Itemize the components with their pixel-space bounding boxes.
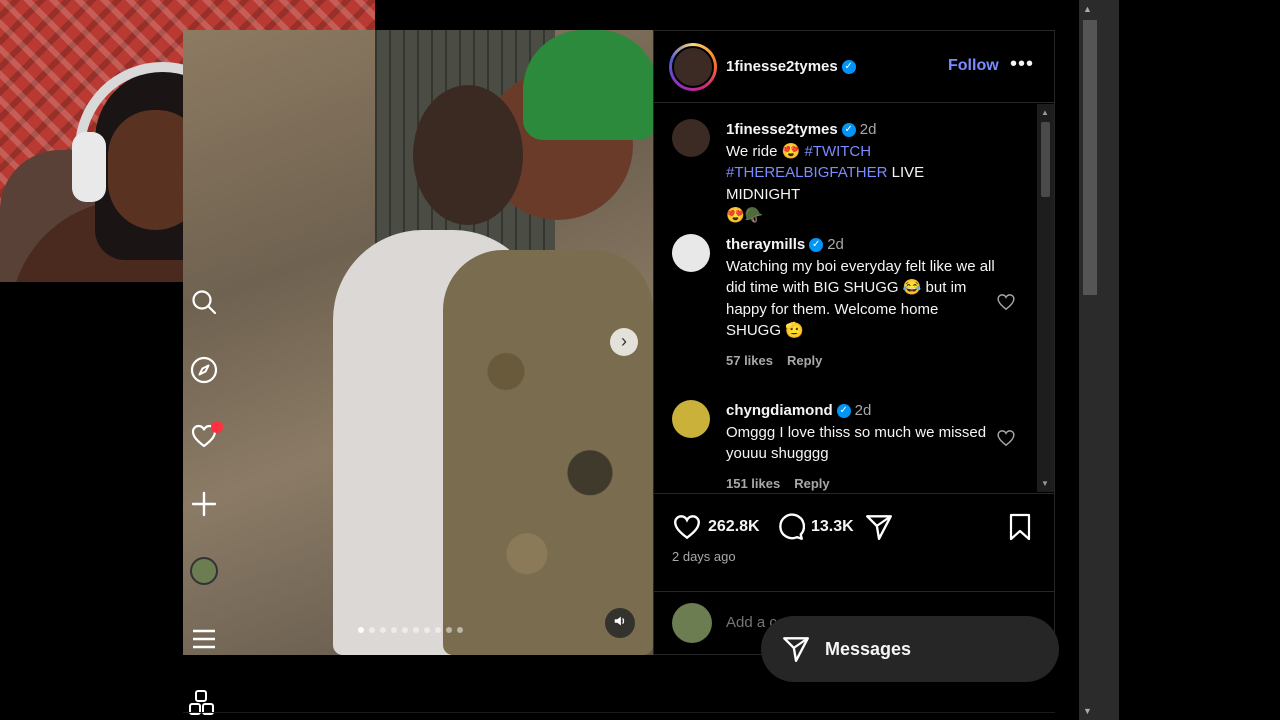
- comment-button[interactable]: 13.3K: [775, 512, 854, 542]
- send-icon: [866, 515, 892, 540]
- carousel-dot: [457, 627, 463, 633]
- caption-username[interactable]: 1finesse2tymes: [726, 121, 838, 138]
- comment-avatar[interactable]: [672, 400, 710, 438]
- apps-grid-icon: [189, 690, 214, 715]
- caption-time: 2d: [859, 121, 877, 138]
- carousel-dot: [391, 627, 397, 633]
- carousel-dot: [446, 627, 452, 633]
- comment-time: 2d: [854, 402, 872, 419]
- messages-button[interactable]: Messages: [761, 616, 1059, 682]
- comment-like-heart-icon[interactable]: [996, 292, 1016, 312]
- compass-icon: [190, 356, 218, 384]
- photo-head-woman: [413, 85, 523, 225]
- reply-button[interactable]: Reply: [794, 476, 829, 491]
- author-username-row[interactable]: 1finesse2tymes ✓: [726, 58, 856, 76]
- author-username[interactable]: 1finesse2tymes: [726, 58, 838, 75]
- scroll-up-arrow-icon[interactable]: ▲: [1041, 108, 1049, 117]
- hamburger-icon: [193, 629, 215, 649]
- messages-label: Messages: [825, 638, 912, 659]
- bookmark-icon: [1009, 513, 1031, 541]
- heart-icon: [674, 515, 700, 540]
- share-button[interactable]: [864, 512, 894, 542]
- divider: [183, 712, 1055, 713]
- comment-likes[interactable]: 151 likes: [726, 476, 780, 491]
- scrollbar-thumb[interactable]: [1041, 122, 1050, 197]
- window-scroll-down-icon[interactable]: ▼: [1083, 706, 1092, 716]
- caption-body: 1finesse2tymes ✓ 2d We ride 😍 #TWITCH #THE…: [726, 119, 996, 227]
- comment-count: 13.3K: [811, 518, 854, 535]
- carousel-dot: [435, 627, 441, 633]
- nav-create-button[interactable]: [188, 488, 220, 520]
- comment-likes[interactable]: 57 likes: [726, 353, 773, 368]
- save-button[interactable]: [1006, 512, 1034, 542]
- comment-text: Omggg I love thiss so much we missed you…: [726, 423, 987, 463]
- notification-badge: [211, 421, 223, 433]
- window-scrollbar[interactable]: ▲ ▼: [1079, 0, 1119, 720]
- nav-profile-avatar[interactable]: [190, 557, 218, 585]
- more-options-icon[interactable]: •••: [1010, 53, 1034, 76]
- post-header: 1finesse2tymes ✓ Follow •••: [654, 31, 1054, 103]
- photo-green-cap: [523, 30, 653, 140]
- scroll-down-arrow-icon[interactable]: ▼: [1041, 479, 1049, 488]
- comment-avatar[interactable]: [672, 234, 710, 272]
- window-scroll-up-icon[interactable]: ▲: [1083, 4, 1092, 14]
- speaker-icon: [614, 616, 625, 626]
- search-icon: [192, 290, 217, 315]
- comment-username[interactable]: chyngdiamond: [726, 402, 833, 419]
- follow-button[interactable]: Follow: [948, 57, 999, 75]
- carousel-dot: [402, 627, 408, 633]
- verified-badge-icon: ✓: [841, 59, 856, 74]
- post-media[interactable]: [183, 30, 653, 655]
- carousel-dots: [358, 627, 463, 635]
- caption-text: We ride 😍: [726, 142, 801, 160]
- comment-username[interactable]: theraymills: [726, 236, 805, 253]
- comment-icon: [779, 513, 805, 540]
- comment-body: theraymills ✓ 2d Watching my boi everyday …: [726, 234, 996, 371]
- like-count: 262.8K: [708, 518, 760, 535]
- comment-like-heart-icon[interactable]: [996, 428, 1016, 448]
- nav-apps-button[interactable]: [188, 689, 218, 720]
- nav-explore-button[interactable]: [188, 354, 220, 386]
- hashtag-link[interactable]: #TWITCH: [804, 143, 871, 160]
- comment-meta: 57 likes Reply: [726, 350, 996, 372]
- post-detail-panel: 1finesse2tymes ✓ Follow ••• 1finesse2tyme…: [653, 30, 1055, 655]
- verified-badge-icon: ✓: [841, 123, 856, 138]
- send-icon: [783, 637, 809, 662]
- comment-time: 2d: [827, 236, 844, 253]
- mute-toggle-button[interactable]: [605, 608, 635, 638]
- verified-badge-icon: ✓: [836, 404, 851, 419]
- like-button[interactable]: 262.8K: [672, 512, 760, 542]
- nav-search-button[interactable]: [188, 286, 220, 318]
- headphone-earcup-left: [72, 132, 106, 202]
- hashtag-link[interactable]: #THEREALBIGFATHER: [726, 164, 887, 181]
- reply-button[interactable]: Reply: [787, 353, 822, 368]
- comment-body: chyngdiamond ✓ 2d Omggg I love thiss so mu…: [726, 400, 996, 492]
- author-avatar[interactable]: [669, 43, 717, 91]
- carousel-dot: [380, 627, 386, 633]
- comment-text: Watching my boi everyday felt like we al…: [726, 257, 995, 340]
- post-timestamp: 2 days ago: [672, 549, 736, 564]
- carousel-next-button[interactable]: ›: [610, 328, 638, 356]
- carousel-dot: [424, 627, 430, 633]
- carousel-dot: [413, 627, 419, 633]
- carousel-dot: [369, 627, 375, 633]
- comments-list: 1finesse2tymes ✓ 2d We ride 😍 #TWITCH #THE…: [654, 104, 1038, 492]
- photo-person-camo-jacket: [443, 250, 653, 655]
- verified-badge-icon: ✓: [809, 238, 824, 253]
- caption-avatar[interactable]: [672, 119, 710, 157]
- comment-meta: 151 likes Reply: [726, 473, 996, 493]
- comments-scrollbar[interactable]: ▲ ▼: [1037, 104, 1054, 492]
- caption-emoji: 😍🪖: [726, 207, 764, 224]
- carousel-dot: [358, 627, 364, 633]
- current-user-avatar: [672, 603, 712, 643]
- nav-menu-button[interactable]: [188, 623, 220, 655]
- window-scrollbar-thumb[interactable]: [1083, 20, 1097, 295]
- screen: › 1finesse2tymes ✓ Follow ••• 1finesse2t…: [0, 0, 1280, 720]
- plus-icon: [191, 491, 217, 517]
